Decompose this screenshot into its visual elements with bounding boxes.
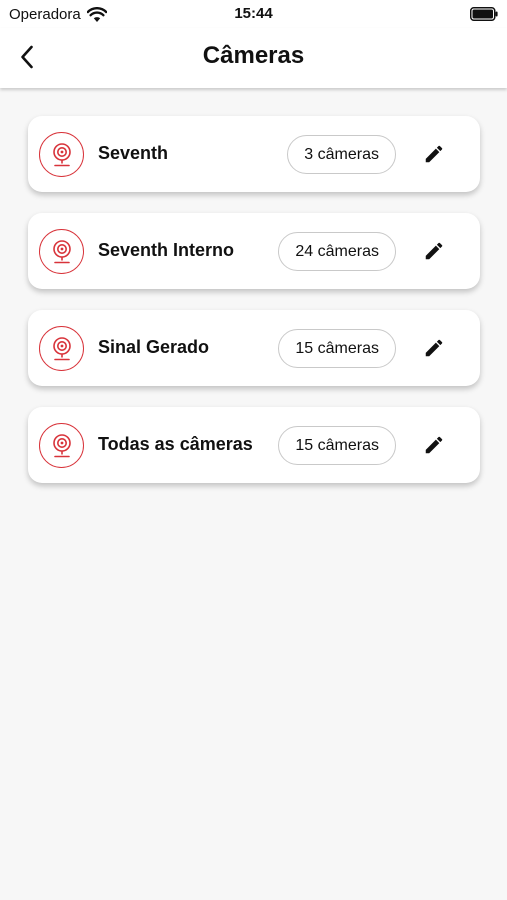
edit-button[interactable] bbox=[422, 239, 446, 263]
webcam-icon bbox=[39, 326, 84, 371]
battery-icon bbox=[470, 7, 498, 21]
webcam-icon bbox=[39, 423, 84, 468]
edit-button[interactable] bbox=[422, 433, 446, 457]
camera-group-name: Seventh Interno bbox=[98, 240, 235, 260]
pencil-icon bbox=[425, 242, 443, 260]
navigation-bar: Câmeras bbox=[0, 28, 507, 88]
camera-group-card[interactable]: Todas as câmeras 15 câmeras bbox=[28, 407, 480, 483]
camera-group-name: Todas as câmeras bbox=[98, 434, 253, 454]
webcam-icon bbox=[39, 132, 84, 177]
camera-group-card[interactable]: Seventh 3 câmeras bbox=[28, 116, 480, 192]
pencil-icon bbox=[425, 145, 443, 163]
edit-button[interactable] bbox=[422, 142, 446, 166]
webcam-icon bbox=[39, 229, 84, 274]
pencil-icon bbox=[425, 339, 443, 357]
camera-group-card[interactable]: Seventh Interno 24 câmeras bbox=[28, 213, 480, 289]
camera-count-badge: 15 câmeras bbox=[278, 329, 396, 368]
camera-group-list: Seventh 3 câmeras Seventh Interno 24 câm… bbox=[28, 116, 480, 504]
status-time: 15:44 bbox=[234, 5, 273, 22]
camera-group-card[interactable]: Sinal Gerado 15 câmeras bbox=[28, 310, 480, 386]
edit-button[interactable] bbox=[422, 336, 446, 360]
camera-count-badge: 24 câmeras bbox=[278, 232, 396, 271]
pencil-icon bbox=[425, 436, 443, 454]
camera-count-badge: 3 câmeras bbox=[287, 135, 396, 174]
camera-group-name: Sinal Gerado bbox=[98, 337, 210, 357]
camera-group-name: Seventh bbox=[98, 143, 169, 163]
camera-count-badge: 15 câmeras bbox=[278, 426, 396, 465]
page-title: Câmeras bbox=[202, 42, 305, 69]
status-bar: Operadora 15:44 bbox=[0, 0, 507, 28]
